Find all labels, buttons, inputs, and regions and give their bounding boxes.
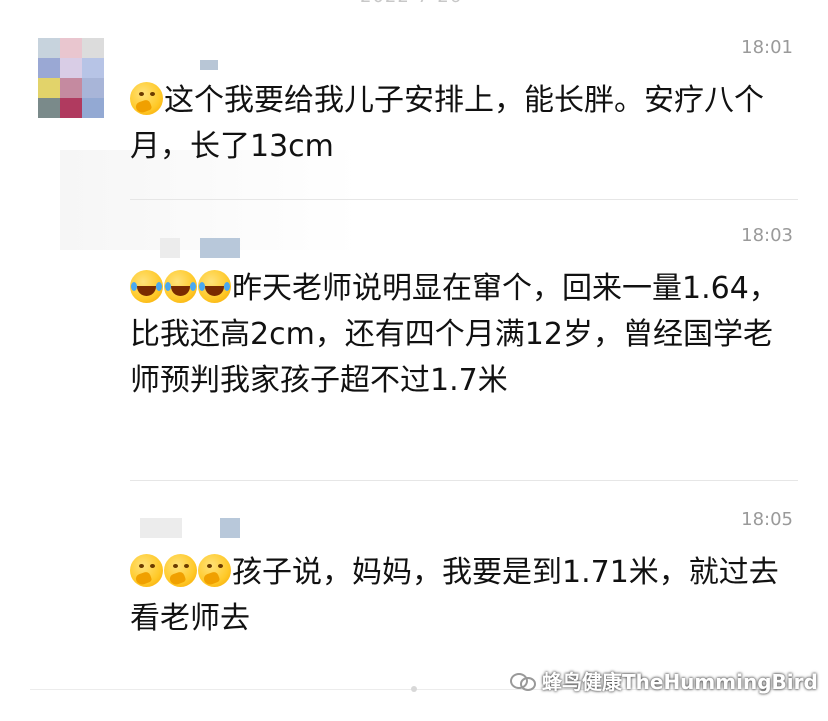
bottom-dot bbox=[411, 686, 417, 692]
sender-name-blurred bbox=[220, 518, 240, 538]
thinking-face-icon bbox=[164, 554, 197, 587]
watermark-text: 蜂鸟健康TheHummingBird bbox=[542, 670, 818, 694]
avatar-blurred bbox=[38, 38, 104, 118]
watermark: 蜂鸟健康TheHummingBird bbox=[510, 666, 818, 695]
sender-name-blurred bbox=[200, 238, 240, 258]
wechat-icon bbox=[510, 671, 536, 691]
thinking-face-icon bbox=[198, 554, 231, 587]
message-text: 这个我要给我儿子安排上，能长胖。安疗八个月，长了13cm bbox=[130, 82, 764, 164]
message-divider bbox=[130, 199, 798, 200]
message-text: 昨天老师说明显在窜个，回来一量1.64，比我还高2cm，还有四个月满12岁，曾经… bbox=[130, 270, 779, 398]
laughing-tears-face-icon bbox=[198, 270, 231, 303]
sender-name-blurred bbox=[160, 238, 180, 258]
sender-name-blurred bbox=[140, 518, 182, 538]
message-divider bbox=[130, 480, 798, 481]
laughing-tears-face-icon bbox=[164, 270, 197, 303]
date-header: 2022-7-26 bbox=[360, 0, 462, 7]
sender-name-blurred bbox=[200, 60, 218, 70]
message-time: 18:01 bbox=[741, 37, 793, 58]
message-text: 孩子说，妈妈，我要是到1.71米，就过去看老师去 bbox=[130, 554, 779, 636]
message-time: 18:03 bbox=[741, 225, 793, 246]
laughing-tears-face-icon bbox=[130, 270, 163, 303]
thinking-face-icon bbox=[130, 82, 163, 115]
thinking-face-icon bbox=[130, 554, 163, 587]
message-time: 18:05 bbox=[741, 509, 793, 530]
